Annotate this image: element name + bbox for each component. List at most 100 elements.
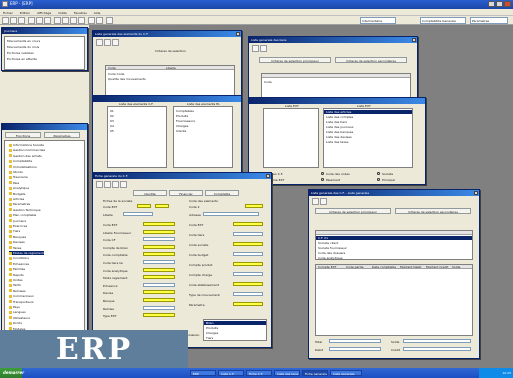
table-row[interactable]: Code Code	[108, 72, 124, 76]
tab-secondary-criteria[interactable]: Criteres de selection secondaires	[395, 208, 471, 214]
tree-item[interactable]: Utilisateurs	[9, 316, 30, 320]
toolbar-icon[interactable]	[104, 181, 111, 188]
list-item[interactable]: 02	[110, 114, 114, 118]
list-item[interactable]: Mouvements du mois	[7, 45, 39, 49]
tree-item[interactable]: Echeances	[9, 262, 29, 266]
tab-parameters[interactable]: Parametres	[44, 132, 80, 138]
form-field[interactable]	[233, 282, 263, 286]
tree-item[interactable]: Tarifs	[9, 283, 21, 287]
tree-item[interactable]: Taxes	[9, 246, 21, 250]
menu-tools[interactable]: Outils	[55, 9, 70, 15]
label-field[interactable]	[123, 212, 153, 216]
list-item[interactable]: 01	[110, 109, 114, 113]
form-field[interactable]	[143, 282, 175, 287]
toolbar-icon[interactable]	[120, 181, 127, 188]
table-row[interactable]: Code des dossiers	[318, 251, 345, 255]
table-row[interactable]: Code	[264, 80, 272, 84]
column-code[interactable]: Code	[108, 66, 116, 70]
list-item[interactable]: Ecritures validees	[7, 51, 34, 55]
list-item[interactable]: Produits	[176, 114, 188, 118]
table-row[interactable]: Code analytique	[318, 256, 342, 260]
tree-item[interactable]: Comptabilite	[9, 159, 32, 163]
company-selector[interactable]: Comptabilite Generale	[420, 17, 466, 24]
address-field[interactable]	[203, 212, 259, 216]
tree-item[interactable]: Journaux	[9, 219, 26, 223]
tree-item[interactable]: Conditions	[9, 256, 29, 260]
close-icon[interactable]	[236, 32, 240, 36]
taskbar-item[interactable]: ERP	[190, 370, 216, 376]
column-header[interactable]: Date comptable	[372, 265, 396, 269]
close-icon[interactable]	[266, 174, 270, 178]
menu-edit[interactable]: Edition	[17, 9, 33, 15]
tree-item[interactable]: Banques	[9, 235, 26, 239]
search-icon[interactable]	[88, 17, 95, 24]
tree-item[interactable]: Paie	[9, 181, 19, 185]
code-field-2[interactable]	[155, 204, 169, 208]
list-item[interactable]: Liste des taxes	[326, 140, 348, 144]
tree-item[interactable]: Pays	[9, 305, 20, 309]
form-field[interactable]	[143, 237, 175, 242]
form-field[interactable]	[143, 229, 175, 234]
tree-item[interactable]: Gestion des achats	[9, 154, 42, 158]
tree-item[interactable]: Exercices	[9, 224, 27, 228]
form-field[interactable]	[233, 262, 263, 266]
column-header[interactable]: Solde	[452, 265, 460, 269]
taskbar-item[interactable]: Liste C.F.	[218, 370, 244, 376]
close-icon[interactable]	[474, 191, 478, 195]
radio-main[interactable]	[377, 178, 380, 181]
list-item[interactable]: Liste des tiers	[326, 120, 347, 124]
toolbar-icon[interactable]	[252, 45, 259, 52]
tree-item[interactable]: Immobilisations	[9, 165, 37, 169]
form-field[interactable]	[233, 242, 263, 246]
list-item[interactable]: Charges	[206, 331, 218, 335]
radio-payment[interactable]	[321, 178, 324, 181]
form-field[interactable]	[143, 305, 175, 310]
form-field[interactable]	[143, 267, 175, 272]
form-field[interactable]	[143, 260, 175, 264]
table-row-selected[interactable]: C.F. 01	[316, 236, 472, 240]
list-item[interactable]: Tiers	[206, 336, 213, 340]
table-row[interactable]: Societe client	[318, 241, 338, 245]
menu-windows[interactable]: Fenetres	[71, 9, 90, 15]
list-item[interactable]: Mouvements en cours	[7, 39, 40, 43]
menu-file[interactable]: Fichier	[0, 9, 16, 15]
list-item[interactable]: Produits	[206, 326, 218, 330]
start-button[interactable]: demarrer	[0, 368, 24, 378]
form-field[interactable]	[233, 302, 263, 306]
tab-main-criteria[interactable]: Criteres de selection principaux	[259, 57, 331, 63]
tree-item[interactable]: Articles	[9, 197, 24, 201]
code2-field[interactable]	[245, 204, 263, 208]
form-field[interactable]	[143, 222, 175, 226]
list-item-selected[interactable]: Liste des articles	[324, 110, 412, 114]
tree-item[interactable]: Tiers	[9, 229, 20, 233]
module-selector[interactable]: Intermediaire	[360, 17, 396, 24]
tab-functions[interactable]: Fonctions	[5, 132, 41, 138]
toolbar-icon[interactable]	[112, 39, 119, 46]
list-item[interactable]: Charges	[176, 124, 188, 128]
column-header[interactable]: Compte EXT	[318, 265, 336, 269]
list-item[interactable]: Liste des devises	[326, 135, 352, 139]
radio-code[interactable]	[321, 172, 324, 175]
next-record-icon[interactable]	[70, 17, 77, 24]
form-field[interactable]	[143, 290, 175, 295]
first-record-icon[interactable]	[54, 17, 61, 24]
taskbar-item[interactable]: Liste des liens	[274, 370, 300, 376]
previous-record-icon[interactable]	[62, 17, 69, 24]
tree-item[interactable]: Informations Societe	[9, 143, 44, 147]
table-row[interactable]: Societe fournisseur	[318, 246, 347, 250]
save-icon[interactable]	[18, 17, 25, 24]
toolbar-icon[interactable]	[260, 45, 267, 52]
menu-view[interactable]: Affichage	[34, 9, 54, 15]
tab-identity[interactable]: Identite	[133, 190, 167, 196]
tree-item[interactable]: Gestion Technique	[9, 208, 41, 212]
form-field[interactable]	[143, 275, 175, 280]
code-field[interactable]	[137, 204, 151, 208]
tree-item[interactable]: Transporteurs	[9, 300, 34, 304]
form-field[interactable]	[143, 244, 175, 249]
form-field[interactable]	[233, 222, 263, 226]
toolbar-icon[interactable]	[312, 198, 319, 205]
radio-company[interactable]	[377, 172, 380, 175]
toolbar-icon[interactable]	[96, 39, 103, 46]
new-icon[interactable]	[2, 17, 9, 24]
list-item[interactable]: 03	[110, 119, 114, 123]
